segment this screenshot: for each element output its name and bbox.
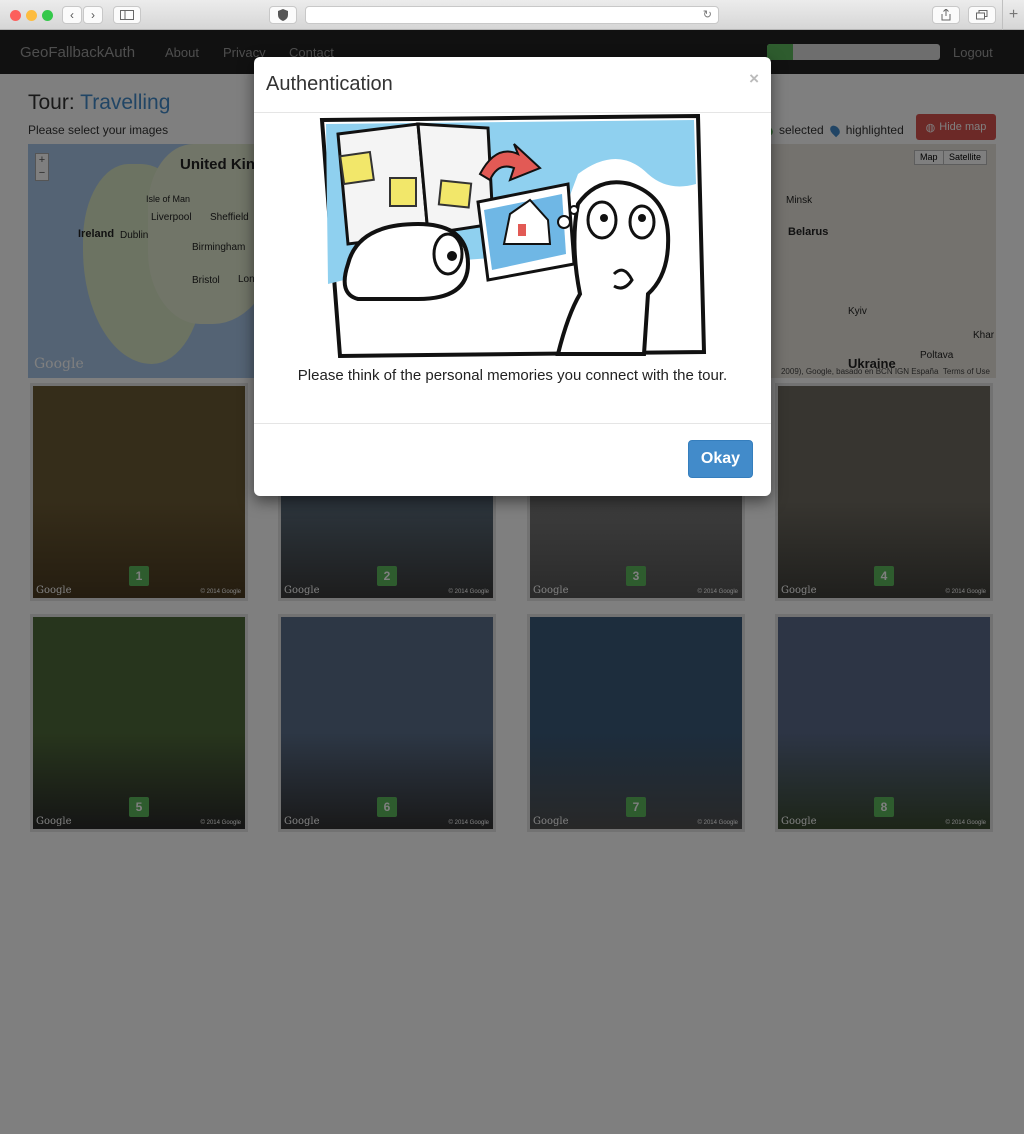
sidebar-icon [120,10,134,20]
sidebar-toggle-button[interactable] [113,6,141,24]
reload-icon[interactable]: ↻ [703,8,712,21]
zoom-window-button[interactable] [42,10,53,21]
shield-icon [278,9,288,21]
modal-footer-divider [254,423,771,424]
tabs-icon [976,10,988,20]
modal-header-divider [254,112,771,113]
chevron-left-icon: ‹ [70,8,74,22]
browser-toolbar: ‹ › ↻ + [0,0,1024,30]
back-button[interactable]: ‹ [62,6,82,24]
okay-button[interactable]: Okay [688,440,753,478]
forward-button[interactable]: › [83,6,103,24]
close-icon[interactable]: × [749,69,759,89]
authentication-modal: Authentication × Please think of the per… [254,57,771,496]
memories-illustration [319,114,707,359]
modal-title: Authentication [266,73,393,95]
share-icon [941,9,951,21]
minimize-window-button[interactable] [26,10,37,21]
new-tab-button[interactable]: + [1002,0,1024,30]
address-bar[interactable]: ↻ [305,6,719,24]
close-window-button[interactable] [10,10,21,21]
tabs-overview-button[interactable] [968,6,996,24]
privacy-shield-button[interactable] [269,6,297,24]
share-button[interactable] [932,6,960,24]
modal-message: Please think of the personal memories yo… [297,367,728,384]
chevron-right-icon: › [91,8,95,22]
